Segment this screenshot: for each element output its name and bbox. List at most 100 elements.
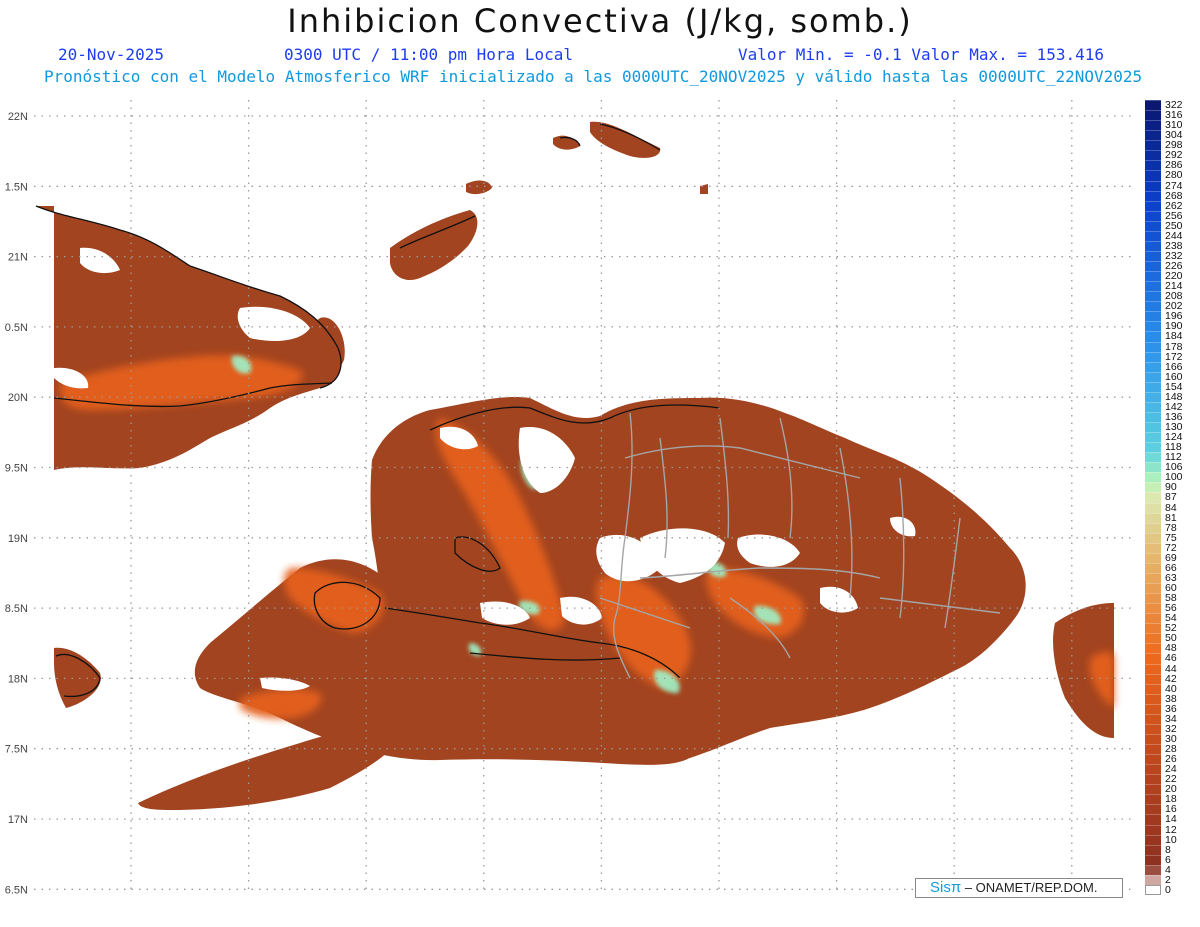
colorbar-swatch (1145, 512, 1161, 524)
colorbar-swatch (1145, 462, 1161, 473)
colorbar-swatch (1145, 754, 1161, 765)
colorbar-swatch (1145, 381, 1161, 393)
colorbar-label: 87 (1165, 491, 1177, 504)
sispi-logo: Sisπ (930, 879, 962, 896)
longitude-labels: 76W 75W 74W 73W 72W 71W 70W 69W 68W (120, 907, 1084, 908)
colorbar-swatch (1145, 613, 1161, 624)
credit-box: Sisπ – ONAMET/REP.DOM. (915, 878, 1123, 898)
colorbar-swatch (1145, 844, 1161, 856)
colorbar-swatch (1145, 673, 1161, 685)
colorbar-label: 14 (1165, 813, 1177, 826)
colorbar-swatch (1145, 744, 1161, 755)
colorbar: 322 316 310 304 298 292 286 280 274 268 262 256 250 2… (1145, 100, 1183, 896)
colorbar-swatch (1145, 824, 1161, 836)
colorbar-swatch (1145, 442, 1161, 453)
colorbar-swatch (1145, 583, 1161, 594)
colorbar-swatch (1145, 884, 1161, 896)
map-title: Inhibicion Convectiva (J/kg, somb.) (287, 2, 913, 40)
colorbar-swatch (1145, 643, 1161, 654)
value-range: Valor Min. = -0.1 Valor Max. = 153.416 (738, 45, 1105, 64)
colorbar-swatch (1145, 150, 1161, 161)
colorbar-swatch (1145, 331, 1161, 343)
lon-label: 70W (825, 907, 848, 908)
colorbar-swatch (1145, 452, 1161, 463)
lon-label: 72W (590, 907, 613, 908)
lat-label: 20N (8, 392, 28, 404)
colorbar-swatch (1145, 140, 1161, 151)
colorbar-label: 184 (1165, 330, 1183, 343)
colorbar-swatch (1145, 723, 1161, 735)
lon-label: 73W (472, 907, 495, 908)
colorbar-swatch (1145, 552, 1161, 564)
colorbar-swatch (1145, 492, 1161, 504)
lon-label: 68W (1060, 907, 1083, 908)
valid-date: 20-Nov-2025 (58, 45, 164, 64)
forecast-info: Pronóstico con el Modelo Atmosferico WRF… (44, 67, 1143, 86)
colorbar-swatch (1145, 371, 1161, 383)
lat-label: 19N (8, 533, 28, 545)
colorbar-swatch (1145, 351, 1161, 363)
colorbar-swatch (1145, 391, 1161, 403)
colorbar-swatch (1145, 301, 1161, 312)
colorbar-label: 0 (1165, 883, 1171, 896)
colorbar-swatch (1145, 110, 1161, 121)
colorbar-swatch (1145, 271, 1161, 282)
colorbar-swatch (1145, 190, 1161, 202)
colorbar-swatch (1145, 220, 1161, 232)
lat-label: 22N (8, 111, 28, 123)
colorbar-swatch (1145, 250, 1161, 262)
colorbar-swatch (1145, 472, 1161, 483)
colorbar-swatch (1145, 874, 1161, 886)
colorbar-swatch (1145, 291, 1161, 302)
colorbar-label: 274 (1165, 179, 1183, 192)
colorbar-swatch (1145, 864, 1161, 876)
colorbar-swatch (1145, 522, 1161, 534)
colorbar-swatch (1145, 572, 1161, 584)
colorbar-swatch (1145, 180, 1161, 192)
latitude-labels: 22N 1.5N 21N 0.5N 20N 9.5N 19N 8.5N 18N 7.5N 17N 6.… (5, 111, 28, 896)
colorbar-swatch (1145, 774, 1161, 785)
colorbar-swatch (1145, 764, 1161, 775)
colorbar-swatch (1145, 361, 1161, 373)
colorbar-swatch (1145, 804, 1161, 815)
colorbar-swatch (1145, 240, 1161, 252)
lat-label: 6.5N (5, 884, 28, 896)
colorbar-swatch (1145, 311, 1161, 322)
colorbar-swatch (1145, 562, 1161, 574)
lat-label: 0.5N (5, 322, 28, 334)
colorbar-swatch (1145, 713, 1161, 725)
colorbar-swatch (1145, 120, 1161, 131)
colorbar-swatch (1145, 633, 1161, 644)
lon-label: 75W (237, 907, 260, 908)
colorbar-swatch (1145, 341, 1161, 353)
colorbar-swatch (1145, 703, 1161, 715)
colorbar-swatch (1145, 422, 1161, 433)
colorbar-swatch (1145, 794, 1161, 805)
lat-label: 18N (8, 673, 28, 685)
colorbar-swatch (1145, 693, 1161, 705)
colorbar-swatch (1145, 432, 1161, 443)
colorbar-label: 46 (1165, 652, 1177, 665)
colorbar-swatch (1145, 261, 1161, 272)
colorbar-swatch (1145, 130, 1161, 141)
colorbar-swatch (1145, 210, 1161, 222)
colorbar-swatch (1145, 502, 1161, 514)
colorbar-swatch (1145, 593, 1161, 604)
valid-time: 0300 UTC / 11:00 pm Hora Local (284, 45, 573, 64)
colorbar-swatch (1145, 834, 1161, 846)
colorbar-swatch (1145, 321, 1161, 332)
colorbar-swatch (1145, 542, 1161, 554)
credit-text: – ONAMET/REP.DOM. (964, 880, 1098, 895)
colorbar-swatch (1145, 170, 1161, 181)
colorbar-swatch (1145, 230, 1161, 242)
lon-label: 76W (120, 907, 143, 908)
lon-label: 69W (943, 907, 966, 908)
colorbar-swatch (1145, 401, 1161, 413)
colorbar-swatch (1145, 784, 1161, 795)
colorbar-swatch (1145, 532, 1161, 544)
colorbar-swatch (1145, 160, 1161, 171)
lon-label: 74W (355, 907, 378, 908)
colorbar-swatch (1145, 663, 1161, 675)
colorbar-swatch (1145, 733, 1161, 745)
lon-label: 71W (708, 907, 731, 908)
